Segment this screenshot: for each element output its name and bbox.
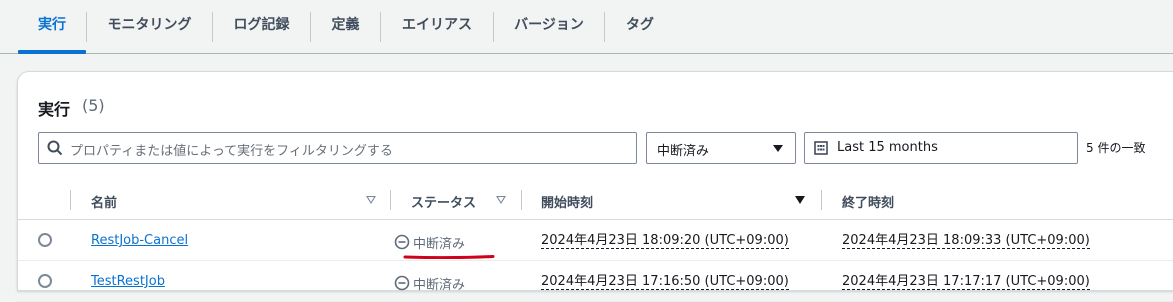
execution-name-link[interactable]: TestRestJob [91,274,165,289]
tab-definition[interactable]: 定義 [311,0,380,52]
row-radio[interactable] [38,274,52,288]
executions-panel: 実行 (5) プロパティまたは値によって実行をフィルタリングする 中断済み La… [17,71,1173,302]
caret-down-icon [773,145,783,152]
tab-aliases[interactable]: エイリアス [381,0,493,52]
start-time: 2024年4月23日 18:09:20 (UTC+09:00) [541,233,789,249]
execution-name-link[interactable]: RestJob-Cancel [91,233,188,248]
column-divider [521,190,522,210]
search-placeholder: プロパティまたは値によって実行をフィルタリングする [70,144,393,159]
sort-active-icon[interactable] [795,196,805,204]
column-divider [821,190,822,210]
tab-versions[interactable]: バージョン [494,0,604,52]
match-count: 5 件の一致 [1086,141,1146,155]
table-header: 名前 ステータス 開始時刻 終了時刻 [18,180,1173,220]
row-radio[interactable] [38,233,52,247]
search-input[interactable]: プロパティまたは値によって実行をフィルタリングする [38,132,637,164]
red-underline-annotation [403,255,495,259]
date-range-picker[interactable]: Last 15 months [804,132,1078,164]
column-header-name[interactable]: 名前 [91,192,117,211]
end-time: 2024年4月23日 17:17:17 (UTC+09:00) [842,274,1090,290]
date-range-value: Last 15 months [837,140,938,155]
calendar-icon [814,141,828,155]
status-filter-value: 中断済み [657,144,710,159]
tab-bar: 実行 モニタリング ログ記録 定義 エイリアス バージョン タグ [0,0,1173,54]
column-header-start-time[interactable]: 開始時刻 [541,192,593,211]
column-header-end-time[interactable]: 終了時刻 [842,192,894,211]
stopped-icon [394,234,410,250]
tab-tags[interactable]: タグ [605,0,675,52]
sort-icon[interactable] [366,196,376,204]
search-icon [47,140,63,156]
table-row[interactable]: TestRestJob 中断済み 2024年4月23日 17:16:50 (UT… [18,262,1173,302]
column-divider [390,190,391,210]
sort-icon[interactable] [496,196,506,204]
status-text: 中断済み [413,237,466,252]
status-filter-select[interactable]: 中断済み [646,132,796,164]
tab-logging[interactable]: ログ記録 [213,0,310,52]
panel-title: 実行 [38,100,71,119]
column-divider [70,190,71,210]
tab-monitoring[interactable]: モニタリング [87,0,212,52]
table-row[interactable]: RestJob-Cancel 中断済み 2024年4月23日 18:09:20 … [18,221,1173,261]
start-time: 2024年4月23日 17:16:50 (UTC+09:00) [541,274,789,290]
stopped-icon [394,275,410,291]
tab-executions[interactable]: 実行 [18,0,86,54]
panel-count: (5) [82,96,105,115]
column-header-status[interactable]: ステータス [411,192,476,211]
end-time: 2024年4月23日 18:09:33 (UTC+09:00) [842,233,1090,249]
